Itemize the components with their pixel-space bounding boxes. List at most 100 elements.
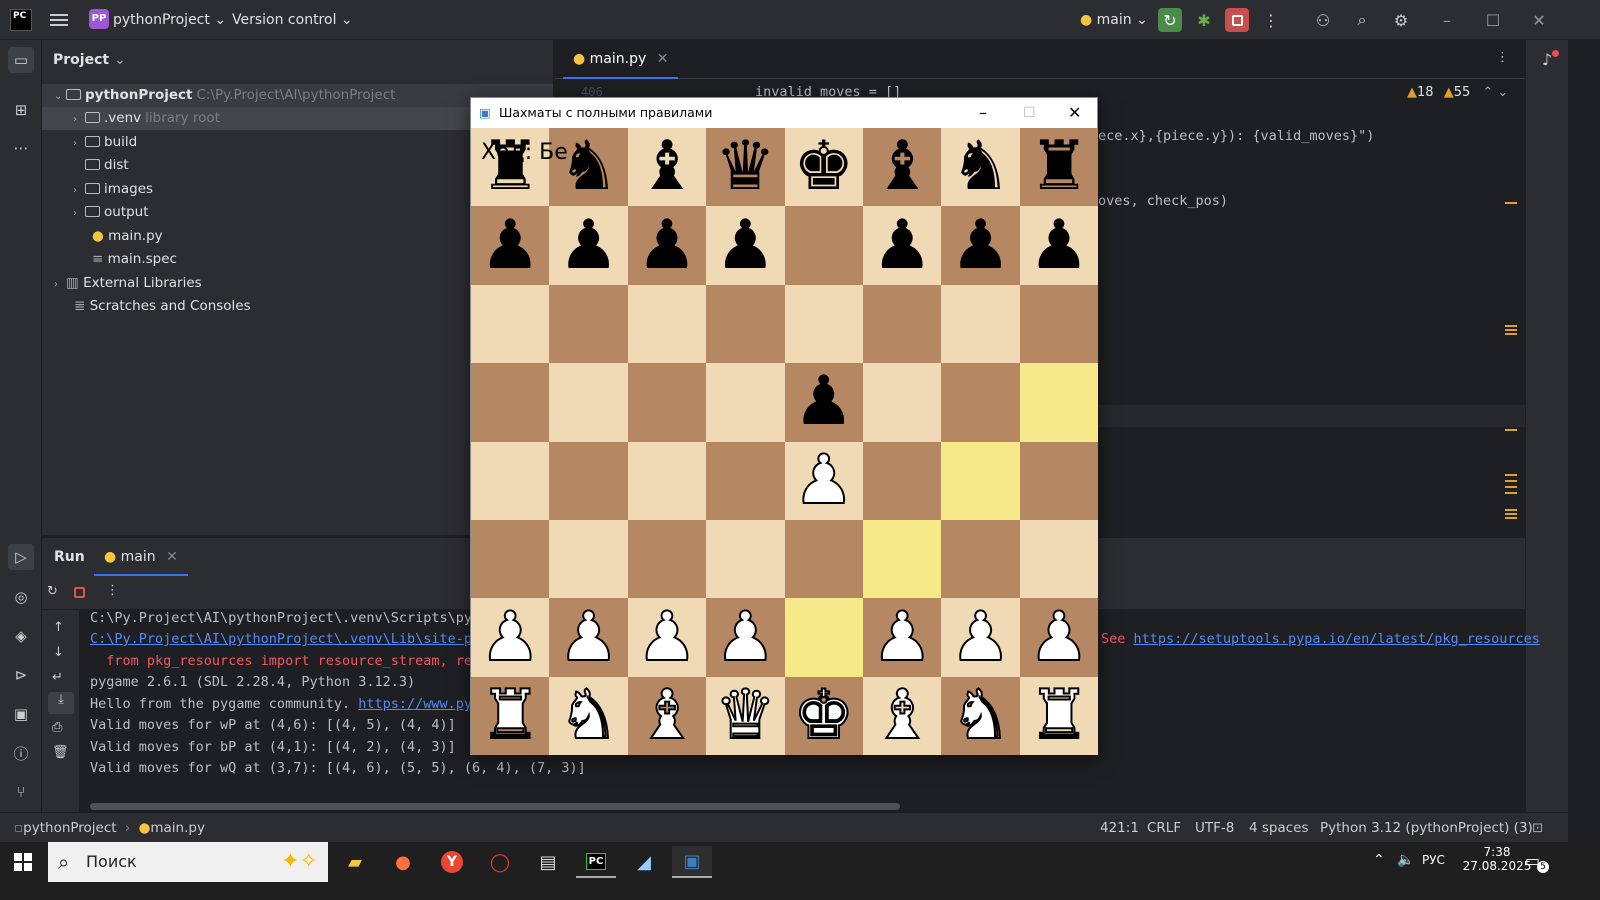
black-bishop-icon[interactable]: ♝	[637, 133, 698, 201]
board-square[interactable]: ♛	[706, 128, 785, 207]
white-pawn-icon[interactable]: ♟	[949, 602, 1012, 672]
rerun-icon[interactable]: ↻	[47, 584, 58, 599]
board-square[interactable]: ♝	[863, 676, 942, 756]
print-icon[interactable]: ⎙	[52, 720, 62, 735]
minimize-icon[interactable]: –	[1435, 8, 1459, 32]
minimize-icon[interactable]: –	[979, 98, 987, 128]
board-square[interactable]	[627, 284, 707, 364]
board-square[interactable]	[549, 284, 628, 364]
pycharm-taskbar-icon[interactable]: PC	[576, 846, 616, 878]
error-stripe-mark[interactable]	[1505, 509, 1517, 519]
black-pawn-icon[interactable]: ♟	[793, 368, 854, 436]
white-rook-icon[interactable]: ♜	[1028, 680, 1091, 750]
search-icon[interactable]: ⌕	[1350, 8, 1374, 32]
structure-icon[interactable]: ⊞	[8, 97, 34, 123]
breadcrumb[interactable]: ▫pythonProject › ●main.py	[14, 820, 205, 836]
board-square[interactable]: ♝	[627, 128, 707, 207]
white-bishop-icon[interactable]: ♝	[636, 680, 699, 750]
taskbar-search-box[interactable]: ⌕ Поиск ✦✧	[48, 842, 328, 882]
white-bishop-icon[interactable]: ♝	[871, 680, 934, 750]
maximize-icon[interactable]: ☐	[1023, 98, 1036, 128]
board-square[interactable]: ♟	[941, 598, 1020, 677]
black-rook-icon[interactable]: ♜	[1029, 133, 1090, 201]
tab-options-icon[interactable]: ⋮	[1496, 50, 1509, 65]
white-king-icon[interactable]: ♚	[792, 680, 855, 750]
board-square[interactable]: ♝	[627, 676, 707, 756]
services-icon[interactable]: ⊳	[8, 662, 34, 688]
project-badge[interactable]: PP	[89, 9, 109, 29]
board-square[interactable]	[706, 363, 785, 442]
close-tab-icon[interactable]: ✕	[657, 51, 669, 67]
black-pawn-icon[interactable]: ♟	[950, 211, 1011, 280]
board-square[interactable]	[706, 520, 785, 599]
python-interpreter[interactable]: Python 3.12 (pythonProject) (3)	[1320, 820, 1533, 836]
board-square[interactable]: ♟	[784, 363, 863, 442]
white-pawn-icon[interactable]: ♟	[1028, 602, 1091, 672]
board-square[interactable]	[1019, 441, 1099, 520]
lock-icon[interactable]: ⊡	[1532, 820, 1543, 836]
notepad-icon[interactable]: ▤	[528, 846, 568, 878]
git-icon[interactable]: ⑂	[8, 779, 34, 805]
inspection-widget[interactable]: ▲18 ▲55 ⌃ ⌄	[1407, 85, 1508, 100]
board-square[interactable]	[471, 363, 550, 442]
board-square[interactable]: ♚	[784, 128, 863, 207]
more-icon[interactable]: ⋮	[1259, 8, 1283, 32]
board-square[interactable]	[706, 441, 785, 520]
project-panel-title[interactable]: Project ⌄	[53, 52, 126, 68]
black-pawn-icon[interactable]: ♟	[1029, 211, 1090, 280]
board-square[interactable]	[1019, 363, 1099, 442]
board-square[interactable]: ♟	[471, 598, 550, 677]
board-square[interactable]	[627, 363, 707, 442]
error-stripe-mark[interactable]	[1505, 202, 1517, 204]
error-stripe-mark[interactable]	[1505, 474, 1517, 494]
project-selector[interactable]: pythonProject ⌄	[113, 12, 226, 28]
board-square[interactable]	[549, 520, 628, 599]
board-square[interactable]	[941, 520, 1020, 599]
board-square[interactable]	[941, 441, 1020, 520]
board-square[interactable]: ♛	[706, 676, 785, 756]
debug-icon[interactable]: ✱	[1192, 8, 1216, 32]
horizontal-scrollbar[interactable]	[90, 803, 900, 810]
scroll-to-end-icon[interactable]: ⤓	[48, 692, 74, 714]
board-square[interactable]: ♞	[941, 676, 1020, 756]
white-knight-icon[interactable]: ♞	[557, 680, 620, 750]
white-pawn-icon[interactable]: ♟	[792, 445, 855, 515]
line-separator[interactable]: CRLF	[1147, 820, 1181, 836]
board-square[interactable]: ♟	[1019, 206, 1099, 285]
black-knight-icon[interactable]: ♞	[950, 133, 1011, 201]
yandex-browser-icon[interactable]: Y	[432, 846, 472, 878]
notification-center-icon[interactable]: ▭ 5	[1525, 851, 1549, 873]
problems-icon[interactable]: ⓘ	[8, 740, 34, 766]
tab-main-py[interactable]: ● main.py ✕	[563, 40, 679, 79]
white-pawn-icon[interactable]: ♟	[557, 602, 620, 672]
board-square[interactable]: ♟	[471, 206, 550, 285]
close-icon[interactable]: ✕	[1068, 98, 1081, 128]
opera-icon[interactable]: ◯	[480, 846, 520, 878]
board-square[interactable]: ♜	[1019, 128, 1099, 207]
terminal-icon[interactable]: ▣	[8, 701, 34, 727]
file-encoding[interactable]: UTF-8	[1195, 820, 1234, 836]
white-knight-icon[interactable]: ♞	[949, 680, 1012, 750]
maximize-icon[interactable]: ☐	[1481, 8, 1505, 32]
board-square[interactable]	[784, 598, 863, 677]
tray-expand-icon[interactable]: ⌃	[1373, 852, 1385, 868]
setuptools-link[interactable]: https://setuptools.pypa.io/en/latest/pkg…	[1134, 631, 1540, 647]
main-menu-icon[interactable]	[50, 11, 68, 29]
volume-icon[interactable]: 🔈	[1397, 852, 1414, 868]
black-pawn-icon[interactable]: ♟	[872, 211, 933, 280]
black-king-icon[interactable]: ♚	[793, 133, 854, 201]
white-pawn-icon[interactable]: ♟	[871, 602, 934, 672]
board-square[interactable]	[706, 284, 785, 364]
run-configuration-selector[interactable]: ● main ⌄	[1080, 12, 1148, 28]
board-square[interactable]: ♟	[863, 206, 942, 285]
chess-board[interactable]: ♜ ♞ ♝ ♛ ♚ ♝ ♞ ♜ ♟ ♟ ♟ ♟ ♟ ♟ ♟ ♟ ♟ ♟ ♟ ♟ ♟ ♟ ♟ ♟ ♜ ♞ ♝ ♛ ♚ ♝ ♞ ♜ Ход: Бе	[471, 128, 1099, 756]
board-square[interactable]: ♟	[627, 598, 707, 677]
board-square[interactable]	[941, 284, 1020, 364]
board-square[interactable]: ♟	[627, 206, 707, 285]
error-stripe-mark[interactable]	[1505, 325, 1517, 335]
board-square[interactable]: ♟	[706, 598, 785, 677]
board-square[interactable]: ♞	[549, 676, 628, 756]
white-queen-icon[interactable]: ♛	[714, 680, 777, 750]
board-square[interactable]	[784, 206, 863, 285]
language-indicator[interactable]: РУС	[1422, 853, 1445, 867]
